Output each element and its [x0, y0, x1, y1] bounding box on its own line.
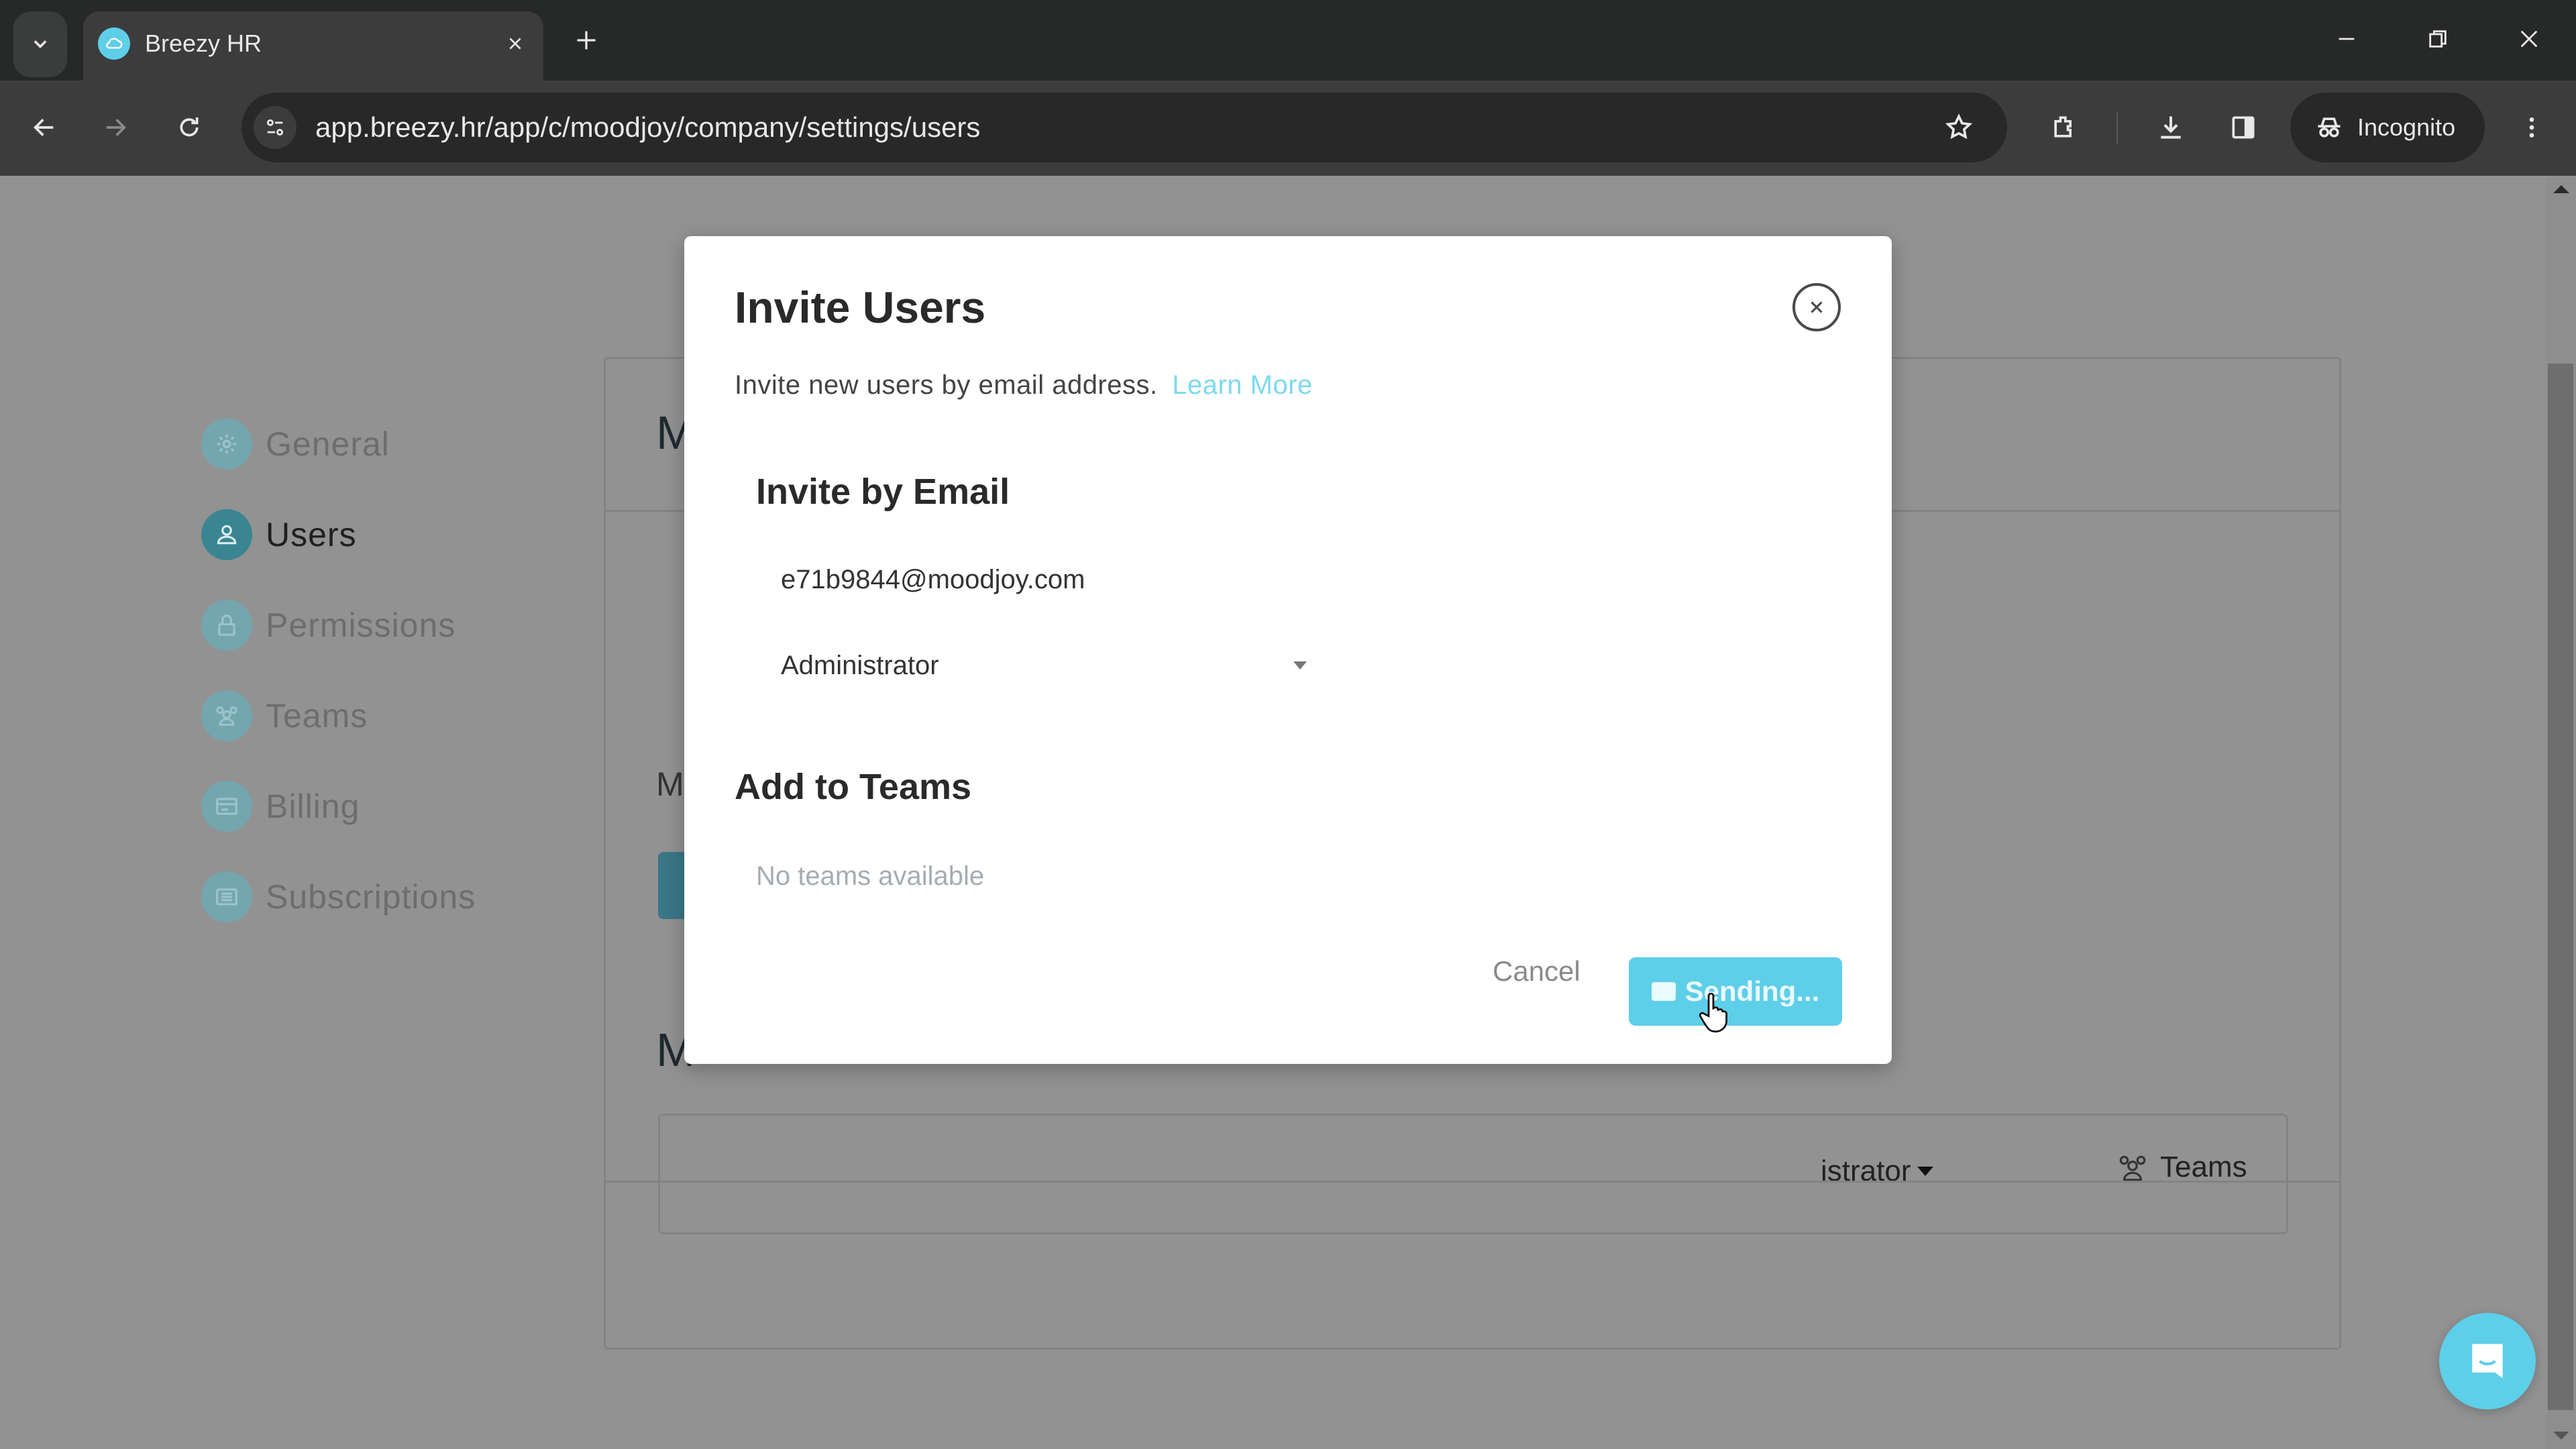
- invite-users-modal: Invite Users Invite new users by email a…: [684, 236, 1892, 1064]
- card-subheading: M: [656, 765, 684, 803]
- sidebar-item-users[interactable]: Users: [201, 508, 476, 561]
- scroll-down-arrow-icon[interactable]: [2553, 1432, 2569, 1440]
- subscriptions-icon: [201, 871, 252, 922]
- close-icon: [1811, 301, 1823, 313]
- browser-tab[interactable]: Breezy HR: [83, 11, 543, 80]
- scroll-up-arrow-icon[interactable]: [2553, 185, 2569, 193]
- card-divider: [606, 1181, 2339, 1183]
- url-text[interactable]: app.breezy.hr/app/c/moodjoy/company/sett…: [315, 111, 980, 144]
- sidebar-item-general[interactable]: General: [201, 417, 476, 471]
- page-scrollbar[interactable]: [2546, 176, 2576, 1449]
- learn-more-link[interactable]: Learn More: [1172, 370, 1313, 400]
- browser-toolbar: app.breezy.hr/app/c/moodjoy/company/sett…: [0, 80, 2576, 176]
- window-close-icon[interactable]: [2509, 19, 2549, 59]
- sidebar-item-billing[interactable]: Billing: [201, 780, 476, 833]
- member-row: istrator Teams: [658, 1114, 2288, 1234]
- team-icon: [201, 690, 252, 741]
- download-icon[interactable]: [2149, 106, 2192, 149]
- caret-down-icon: [1917, 1167, 1934, 1176]
- tab-search-button[interactable]: [13, 11, 67, 77]
- incognito-chip[interactable]: Incognito: [2290, 93, 2485, 162]
- send-invite-button[interactable]: Sending...: [1629, 957, 1842, 1026]
- gear-icon: [201, 419, 252, 470]
- chevron-down-icon: [34, 40, 47, 48]
- billing-icon: [201, 781, 252, 832]
- email-field[interactable]: e71b9844@moodjoy.com: [781, 565, 1085, 595]
- side-panel-icon[interactable]: [2222, 106, 2265, 149]
- new-tab-icon[interactable]: [570, 24, 602, 56]
- member-role-select[interactable]: istrator: [1821, 1155, 1934, 1188]
- browser-titlebar: Breezy HR: [0, 0, 2576, 80]
- role-select[interactable]: Administrator: [781, 639, 1311, 692]
- caret-down-icon: [1293, 661, 1307, 669]
- reload-icon[interactable]: [168, 106, 211, 149]
- sidebar-item-permissions[interactable]: Permissions: [201, 598, 476, 652]
- modal-description: Invite new users by email address. Learn…: [735, 370, 1313, 400]
- sidebar-item-subscriptions[interactable]: Subscriptions: [201, 870, 476, 924]
- member-role-label: istrator: [1821, 1155, 1911, 1187]
- add-to-teams-heading: Add to Teams: [735, 767, 972, 807]
- team-icon: [2119, 1155, 2146, 1181]
- tab-close-icon[interactable]: [499, 28, 531, 60]
- scroll-thumb[interactable]: [2548, 364, 2573, 1410]
- member-teams-label: Teams: [2160, 1150, 2247, 1183]
- extensions-icon[interactable]: [2043, 106, 2086, 149]
- back-icon[interactable]: [23, 106, 66, 149]
- sidebar-item-label: Users: [266, 516, 357, 553]
- user-icon: [201, 509, 252, 560]
- invite-by-email-heading: Invite by Email: [756, 472, 1010, 512]
- envelope-icon: [1651, 982, 1676, 1001]
- incognito-icon: [2318, 117, 2341, 138]
- sidebar-item-teams[interactable]: Teams: [201, 689, 476, 743]
- sidebar-item-label: Teams: [266, 697, 368, 735]
- incognito-label: Incognito: [2357, 113, 2456, 141]
- no-teams-message: No teams available: [756, 861, 985, 891]
- lock-icon: [201, 600, 252, 651]
- cancel-button[interactable]: Cancel: [1493, 955, 1580, 987]
- restore-icon[interactable]: [2418, 19, 2458, 59]
- site-info-icon[interactable]: [254, 106, 297, 149]
- tab-title: Breezy HR: [145, 30, 262, 57]
- toolbar-separator: [2116, 113, 2118, 144]
- hand-cursor-icon: [1699, 993, 1727, 1033]
- bookmark-star-icon[interactable]: [1939, 107, 1979, 148]
- settings-sidebar: General Users Permissions Teams Billing: [201, 417, 476, 961]
- forward-icon[interactable]: [94, 106, 137, 149]
- sidebar-item-label: Permissions: [266, 606, 456, 644]
- chat-launcher-button[interactable]: [2439, 1313, 2536, 1409]
- menu-kebab-icon[interactable]: [2510, 106, 2553, 149]
- address-bar[interactable]: app.breezy.hr/app/c/moodjoy/company/sett…: [241, 93, 2007, 162]
- breezy-favicon-icon: [98, 28, 130, 60]
- modal-description-text: Invite new users by email address.: [735, 370, 1158, 400]
- chat-icon: [2472, 1344, 2503, 1379]
- sidebar-item-label: General: [266, 425, 390, 463]
- member-teams-button[interactable]: Teams: [2116, 1150, 2247, 1184]
- minimize-icon[interactable]: [2326, 19, 2367, 59]
- role-select-value: Administrator: [781, 650, 939, 680]
- modal-close-button[interactable]: [1792, 283, 1841, 331]
- modal-title: Invite Users: [735, 282, 986, 332]
- sidebar-item-label: Subscriptions: [266, 878, 476, 916]
- sidebar-item-label: Billing: [266, 788, 360, 825]
